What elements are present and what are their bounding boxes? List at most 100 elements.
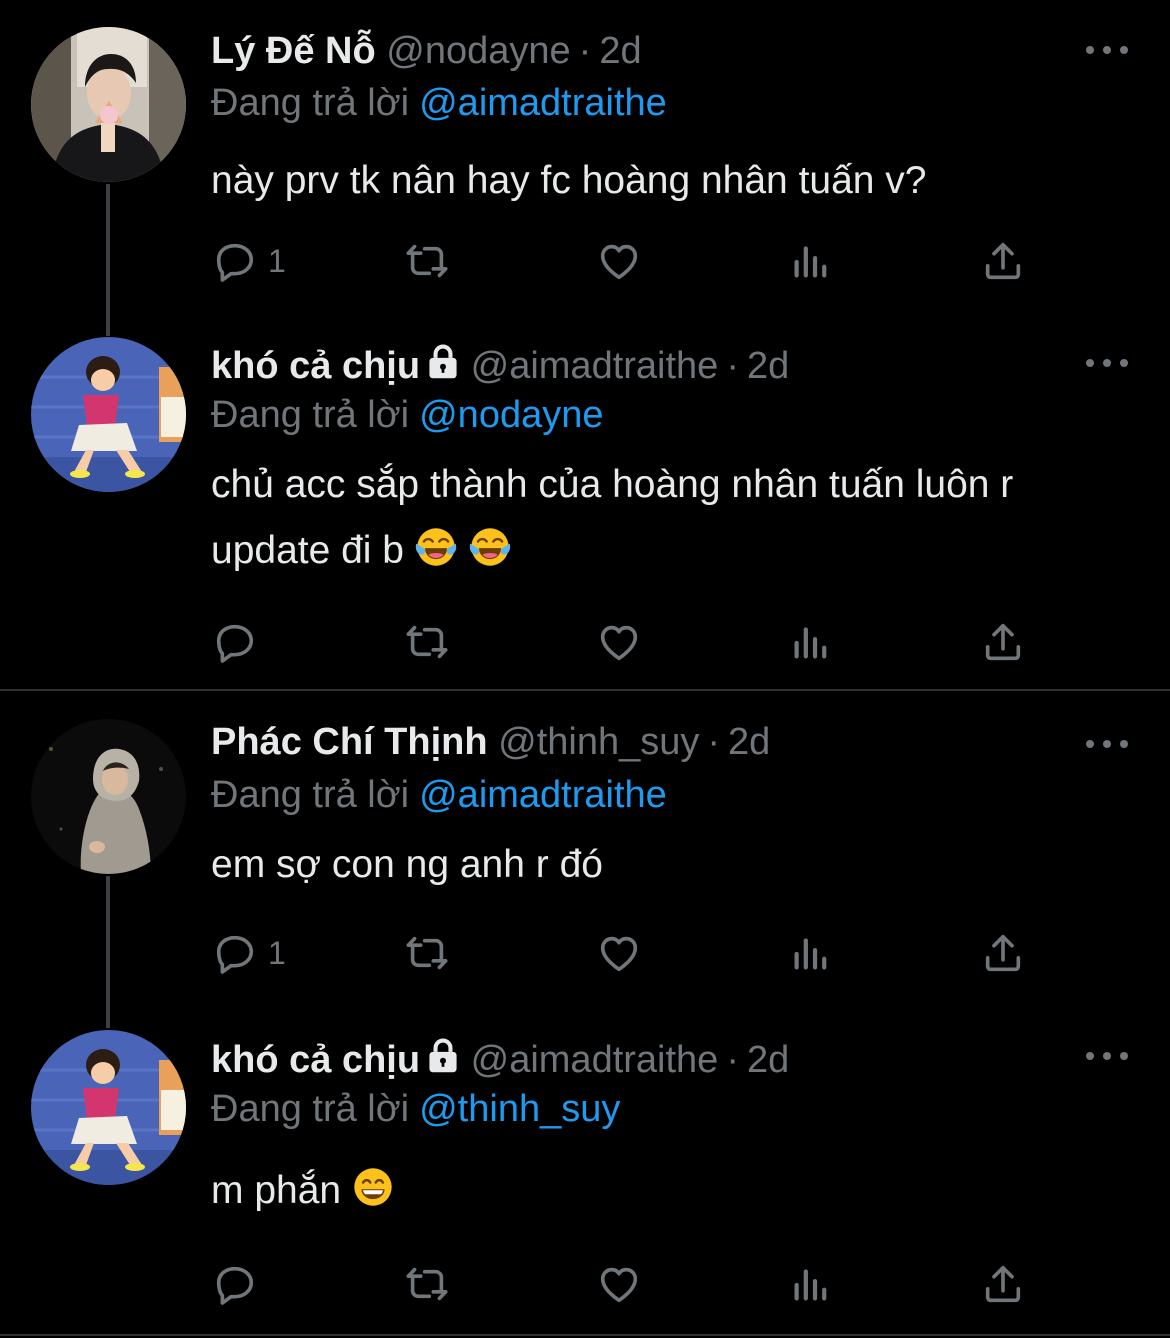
views-button[interactable] [788, 923, 834, 983]
reply-icon [212, 238, 258, 284]
replying-label: Đang trả lời [211, 82, 410, 124]
user-handle[interactable]: @nodayne [386, 30, 570, 72]
views-button[interactable] [788, 1254, 834, 1314]
replying-to: Đang trả lời @aimadtraithe [211, 80, 667, 126]
lock-icon [426, 343, 460, 381]
like-button[interactable] [596, 923, 642, 983]
tweet[interactable]: khó cả chịu @aimadtraithe · 2d Đang trả lờ… [0, 315, 1170, 690]
views-icon [788, 238, 834, 284]
replying-to: Đang trả lời @aimadtraithe [211, 772, 667, 818]
avatar-cartoon-icon [31, 1030, 186, 1185]
reply-button[interactable] [212, 1254, 268, 1314]
thread-divider [0, 689, 1170, 691]
share-icon [980, 619, 1026, 665]
separator-dot: · [726, 1039, 739, 1081]
avatar-photo-icon [31, 27, 186, 182]
share-button[interactable] [980, 1254, 1026, 1314]
share-button[interactable] [980, 231, 1026, 291]
like-icon [596, 619, 642, 665]
share-icon [980, 1261, 1026, 1307]
retweet-icon [404, 930, 450, 976]
face-with-tears-of-joy-icon [468, 525, 512, 569]
face-with-tears-of-joy-icon [414, 525, 458, 569]
action-bar [0, 1254, 1170, 1314]
display-name[interactable]: Phác Chí Thịnh [211, 721, 488, 763]
reply-count: 1 [268, 934, 286, 971]
tweet-text: em sợ con ng anh r đó [211, 843, 603, 886]
user-handle[interactable]: @thinh_suy [498, 721, 699, 763]
avatar[interactable] [31, 719, 186, 874]
reply-button[interactable]: 1 [212, 231, 286, 291]
like-button[interactable] [596, 612, 642, 672]
more-options-icon[interactable] [1086, 732, 1128, 756]
reply-to-mention[interactable]: @nodayne [419, 394, 603, 436]
more-options-icon[interactable] [1086, 38, 1128, 62]
avatar-photo-icon [31, 719, 186, 874]
replying-label: Đang trả lời [211, 394, 410, 436]
separator-dot: · [726, 345, 739, 387]
action-bar: 1 [0, 231, 1170, 291]
reply-to-mention[interactable]: @aimadtraithe [419, 82, 667, 124]
tweet-text: chủ acc sắp thành của hoàng nhân tuấn lu… [211, 452, 1141, 584]
like-icon [596, 930, 642, 976]
retweet-button[interactable] [404, 1254, 450, 1314]
more-options-icon[interactable] [1086, 351, 1128, 375]
reply-count: 1 [268, 242, 286, 279]
tweet-header: khó cả chịu @aimadtraithe · 2d [211, 343, 789, 389]
reply-icon [212, 1261, 258, 1307]
timestamp[interactable]: 2d [728, 721, 770, 763]
user-handle[interactable]: @aimadtraithe [471, 1039, 719, 1081]
reply-button[interactable]: 1 [212, 923, 286, 983]
retweet-button[interactable] [404, 231, 450, 291]
timestamp[interactable]: 2d [747, 1039, 789, 1081]
grinning-face-icon [351, 1165, 395, 1209]
separator-dot: · [578, 30, 592, 72]
lock-icon [426, 1037, 460, 1075]
tweet-text: m phắn [211, 1158, 1141, 1224]
tweet-text-content: m phắn [211, 1169, 342, 1212]
reply-button[interactable] [212, 612, 268, 672]
reply-to-mention[interactable]: @thinh_suy [419, 1088, 620, 1130]
share-button[interactable] [980, 923, 1026, 983]
avatar-cartoon-icon [31, 337, 186, 492]
user-handle[interactable]: @aimadtraithe [471, 345, 719, 387]
share-button[interactable] [980, 612, 1026, 672]
replying-to: Đang trả lời @thinh_suy [211, 1086, 620, 1132]
like-button[interactable] [596, 1254, 642, 1314]
timestamp[interactable]: 2d [747, 345, 789, 387]
tweet[interactable]: Phác Chí Thịnh @thinh_suy · 2d Đang trả lờ… [0, 692, 1170, 1012]
share-icon [980, 238, 1026, 284]
tweet[interactable]: khó cả chịu @aimadtraithe · 2d Đang trả lờ… [0, 1008, 1170, 1338]
replying-to: Đang trả lời @nodayne [211, 392, 604, 438]
avatar[interactable] [31, 27, 186, 182]
retweet-button[interactable] [404, 612, 450, 672]
reply-icon [212, 619, 258, 665]
avatar[interactable] [31, 337, 186, 492]
views-icon [788, 619, 834, 665]
retweet-button[interactable] [404, 923, 450, 983]
separator-dot: · [707, 721, 721, 763]
display-name[interactable]: khó cả chịu [211, 345, 420, 387]
timestamp[interactable]: 2d [599, 30, 641, 72]
more-options-icon[interactable] [1086, 1044, 1128, 1068]
reply-to-mention[interactable]: @aimadtraithe [419, 774, 667, 816]
display-name[interactable]: khó cả chịu [211, 1039, 420, 1081]
views-button[interactable] [788, 612, 834, 672]
like-button[interactable] [596, 231, 642, 291]
avatar[interactable] [31, 1030, 186, 1185]
tweet-text-content: chủ acc sắp thành của hoàng nhân tuấn lu… [211, 463, 1014, 572]
replying-label: Đang trả lời [211, 1088, 410, 1130]
display-name[interactable]: Lý Đế Nỗ [211, 30, 376, 72]
share-icon [980, 930, 1026, 976]
views-icon [788, 930, 834, 976]
reply-icon [212, 930, 258, 976]
views-icon [788, 1261, 834, 1307]
tweet-header: Lý Đế Nỗ @nodayne · 2d [211, 28, 642, 74]
views-button[interactable] [788, 231, 834, 291]
retweet-icon [404, 619, 450, 665]
replying-label: Đang trả lời [211, 774, 410, 816]
retweet-icon [404, 1261, 450, 1307]
like-icon [596, 238, 642, 284]
tweet[interactable]: Lý Đế Nỗ @nodayne · 2d Đang trả lời @aimadt… [0, 0, 1170, 320]
thread-divider [0, 1334, 1170, 1336]
